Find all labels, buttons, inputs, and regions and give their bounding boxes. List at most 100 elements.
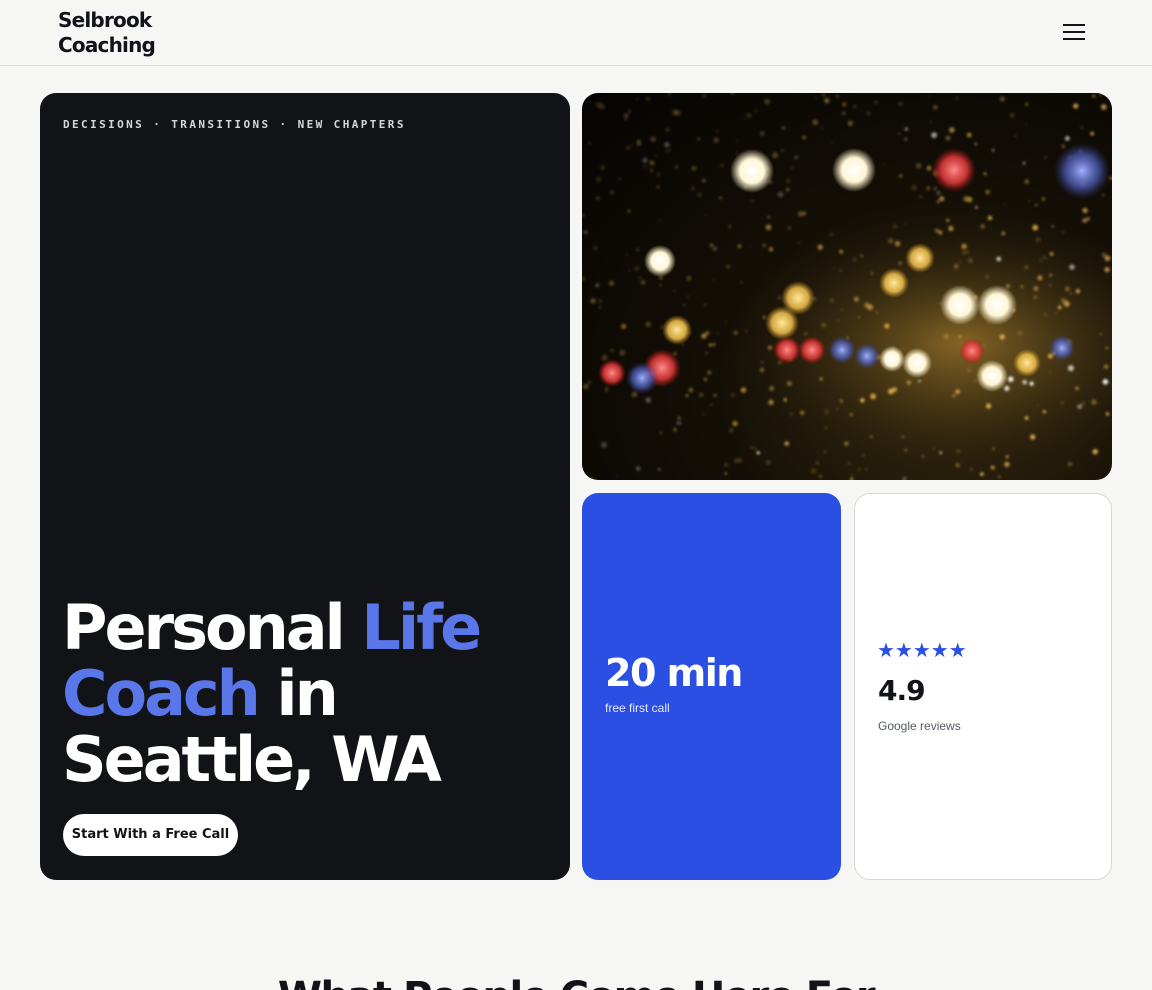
rain-drop <box>1022 162 1026 165</box>
rain-drop <box>595 283 600 288</box>
rain-drop <box>842 102 847 107</box>
rain-drop <box>1099 332 1102 336</box>
rain-drop <box>673 289 676 292</box>
rain-drop <box>762 315 766 319</box>
rain-drop <box>601 354 608 361</box>
rain-drop <box>858 316 861 319</box>
rain-drop <box>668 149 672 152</box>
rainy-window-bokeh-photo <box>582 93 1112 480</box>
rain-drop <box>724 472 727 475</box>
rain-drop <box>724 462 728 467</box>
rain-drop <box>939 451 942 454</box>
rain-drop <box>685 394 689 398</box>
rain-drop <box>804 332 808 336</box>
rain-drop <box>1033 285 1039 292</box>
rain-drop <box>1102 194 1105 197</box>
rain-drop <box>1004 385 1010 391</box>
rain-drop <box>638 276 642 280</box>
rain-drop <box>1091 399 1097 405</box>
rain-drop <box>745 330 748 333</box>
rain-drop <box>794 155 798 160</box>
hero-eyebrow: DECISIONS · TRANSITIONS · NEW CHAPTERS <box>63 118 406 131</box>
rain-drop <box>860 255 863 258</box>
rain-drop <box>582 213 585 217</box>
rain-drop <box>737 244 742 249</box>
rain-drop <box>815 97 818 100</box>
rain-drop <box>746 113 752 118</box>
rain-drop <box>598 103 605 110</box>
rain-drop <box>1024 265 1029 270</box>
rain-drop <box>634 266 640 271</box>
rain-drop <box>582 383 589 390</box>
rain-drop <box>857 467 861 471</box>
rain-drop <box>894 240 901 247</box>
rain-drop <box>642 157 648 163</box>
rain-drop <box>867 304 873 311</box>
rain-drop <box>600 165 606 171</box>
rain-drop <box>610 349 614 352</box>
rain-drop <box>812 119 819 126</box>
rain-drop <box>703 303 707 307</box>
rain-drop <box>932 447 935 450</box>
rain-drop <box>676 110 682 116</box>
rain-drop <box>963 195 970 202</box>
rain-drop <box>724 320 727 323</box>
rain-drop <box>985 189 991 195</box>
rain-drop <box>850 477 854 480</box>
site-logo[interactable]: Selbrook Coaching <box>58 8 156 58</box>
rain-drop <box>969 467 974 472</box>
rain-drop <box>936 191 941 195</box>
rain-drop <box>860 398 865 403</box>
rain-drop <box>926 165 932 171</box>
rain-drop <box>1046 258 1049 261</box>
hamburger-menu-icon[interactable] <box>1058 18 1090 46</box>
rain-drop <box>946 218 950 222</box>
rain-drop <box>919 195 923 199</box>
rain-drop <box>1049 284 1051 287</box>
rain-drop <box>874 100 878 104</box>
rain-drop <box>824 97 830 104</box>
rain-drop <box>659 283 662 287</box>
rain-drop <box>659 219 661 222</box>
rain-drop <box>991 149 995 152</box>
rain-drop <box>688 387 694 393</box>
rain-drop <box>628 269 631 272</box>
rain-drop <box>1028 200 1031 202</box>
rain-drop <box>852 257 857 262</box>
rain-drop <box>712 246 717 251</box>
rain-drop <box>673 428 677 432</box>
google-reviews-card: ★★★★★ 4.9 Google reviews <box>854 493 1112 880</box>
rain-drop <box>1090 131 1094 136</box>
rating-value: 4.9 <box>878 674 926 707</box>
rain-drop <box>713 394 717 397</box>
rain-drop <box>726 264 730 269</box>
rain-drop <box>836 95 839 98</box>
rain-drop <box>623 113 629 119</box>
start-free-call-button[interactable]: Start With a Free Call <box>63 814 238 856</box>
rain-drop <box>1082 335 1084 338</box>
rain-drop <box>777 296 781 300</box>
rain-drop <box>1067 461 1073 467</box>
rain-drop <box>733 330 738 335</box>
rain-drop <box>911 185 917 191</box>
rain-drop <box>904 222 907 225</box>
rain-drop <box>922 455 924 458</box>
rain-drop <box>1080 126 1084 130</box>
rain-drop <box>735 152 738 155</box>
rain-drop <box>898 261 902 265</box>
rain-drop <box>790 166 794 170</box>
rain-drop <box>645 321 651 327</box>
rain-drop <box>980 472 984 476</box>
rain-drop <box>740 387 747 393</box>
rain-drop <box>713 137 719 143</box>
rain-drop <box>1037 275 1043 281</box>
rain-drop <box>624 118 628 121</box>
logo-line-2: Coaching <box>58 33 156 57</box>
rain-drop <box>665 149 669 153</box>
rain-drop <box>853 296 859 302</box>
rain-drop <box>870 272 873 275</box>
rain-drop <box>656 172 661 177</box>
rain-drop <box>1041 197 1046 201</box>
rain-drop <box>1001 231 1006 236</box>
rain-drop <box>842 111 846 115</box>
